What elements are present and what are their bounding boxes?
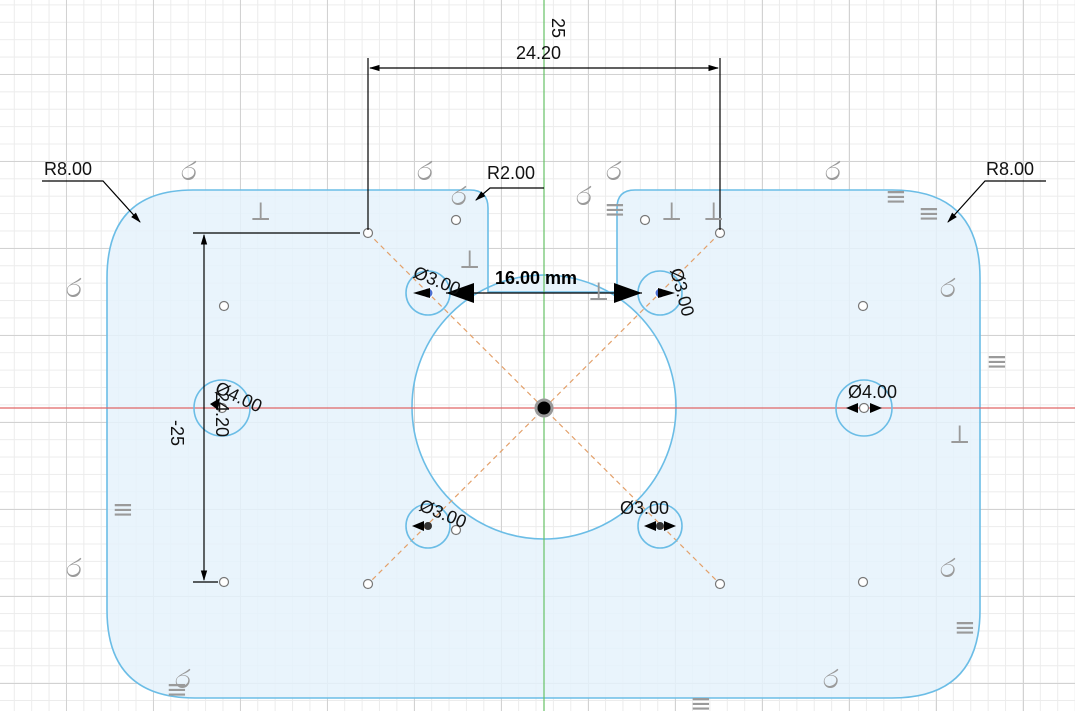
perpendicular-icon: ⟂ [951, 420, 968, 450]
dimension-vertical-top-label[interactable]: 25 [548, 18, 568, 38]
parallel-icon: ≡ [986, 347, 1008, 377]
hole-right-label[interactable]: Ø4.00 [848, 382, 897, 402]
perpendicular-icon: ⟂ [705, 197, 722, 227]
tangent-icon: ර [417, 157, 433, 187]
parallel-icon: ≡ [885, 182, 907, 212]
parallel-icon: ≡ [604, 195, 626, 225]
tangent-icon: ර [606, 157, 622, 187]
tangent-icon: ර [823, 665, 839, 695]
perpendicular-icon: ⟂ [252, 197, 269, 227]
sketch-svg[interactable]: 24.20 25 24.20 -25 R8.00 R8.00 R2.00 16.… [0, 0, 1075, 711]
dimension-slot-width-label[interactable]: 16.00 mm [495, 268, 577, 288]
perpendicular-icon: ⟂ [590, 277, 607, 307]
origin-point[interactable] [534, 398, 554, 418]
tangent-icon: ර [940, 274, 956, 304]
tangent-icon: ර [940, 554, 956, 584]
perpendicular-icon: ⟂ [663, 197, 680, 227]
perpendicular-icon: ⟂ [461, 245, 478, 275]
dimension-vertical-side-label[interactable]: -25 [167, 420, 187, 446]
hole-center-br[interactable] [656, 522, 664, 530]
parallel-icon: ≡ [166, 675, 188, 705]
parallel-icon: ≡ [918, 199, 940, 229]
radius-top-right-label[interactable]: R8.00 [986, 159, 1034, 179]
parallel-icon: ≡ [112, 495, 134, 525]
radius-top-left-label[interactable]: R8.00 [44, 159, 92, 179]
parallel-icon: ≡ [690, 689, 712, 711]
parallel-icon: ≡ [954, 613, 976, 643]
tangent-icon: ර [66, 554, 82, 584]
tangent-icon: ර [181, 157, 197, 187]
hole-center-bl[interactable] [424, 522, 432, 530]
tangent-icon: ර [66, 274, 82, 304]
dimension-width-top-label[interactable]: 24.20 [516, 43, 561, 63]
hole-bottom-right-label[interactable]: Ø3.00 [620, 498, 669, 518]
tangent-icon: ර [825, 157, 841, 187]
tangent-icon: ර [451, 182, 467, 212]
tangent-icon: ර [576, 182, 592, 212]
radius-slot-label[interactable]: R2.00 [487, 163, 535, 183]
